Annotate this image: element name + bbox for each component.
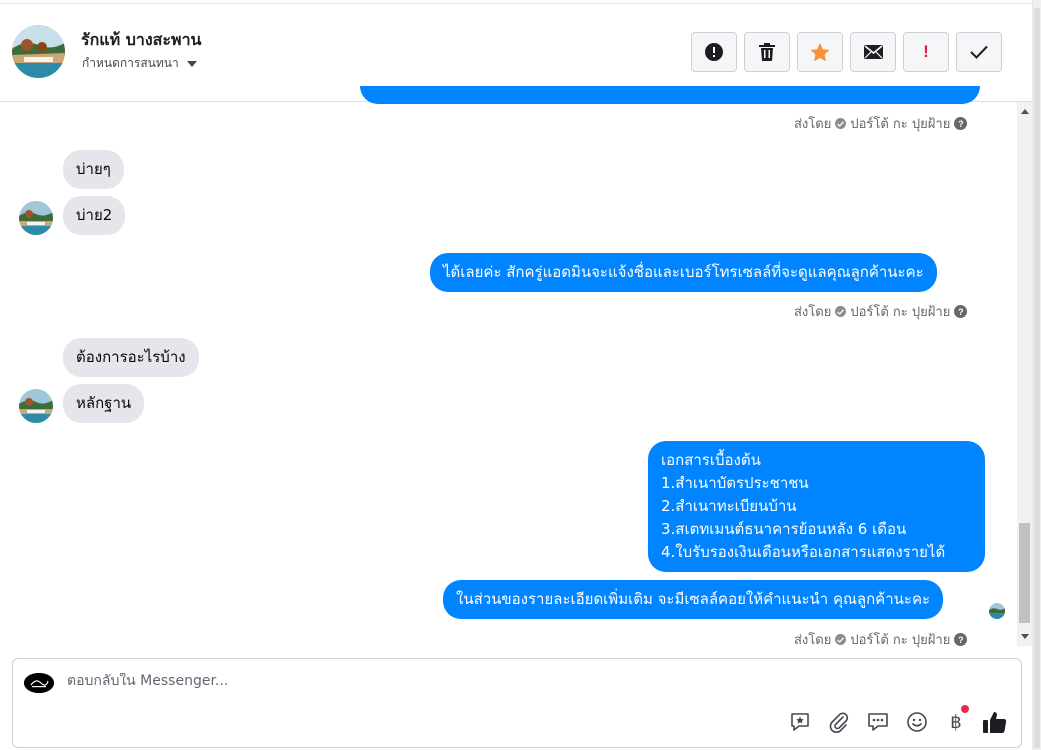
chat-bubbles-icon bbox=[868, 713, 888, 731]
page-avatar[interactable] bbox=[12, 25, 65, 78]
page-scrollbar-thumb[interactable] bbox=[1034, 8, 1040, 748]
payment-button[interactable]: ฿ bbox=[943, 705, 969, 735]
message-bubble-incoming: บ่าย2 bbox=[63, 196, 126, 235]
reply-input[interactable] bbox=[67, 673, 767, 689]
mark-unread-button[interactable] bbox=[850, 32, 896, 72]
conversation-settings-label: กำหนดการสนทนา bbox=[82, 56, 179, 70]
conversation-settings-dropdown[interactable]: กำหนดการสนทนา bbox=[82, 54, 197, 73]
info-icon bbox=[705, 43, 723, 61]
help-icon[interactable]: ? bbox=[954, 633, 968, 646]
sent-by-prefix: ส่งโดย bbox=[794, 117, 832, 132]
delete-button[interactable] bbox=[744, 32, 790, 72]
spam-icon: ! bbox=[923, 42, 929, 61]
baht-payment-icon: ฿ bbox=[950, 711, 962, 732]
message-bubble-incoming: ต้องการอะไรบ้าง bbox=[63, 338, 199, 377]
envelope-icon bbox=[863, 45, 883, 59]
emoji-icon bbox=[907, 712, 927, 732]
seen-indicator-avatar bbox=[989, 603, 1005, 619]
verified-check-icon bbox=[835, 306, 847, 317]
done-button[interactable] bbox=[956, 32, 1002, 72]
verified-check-icon bbox=[835, 118, 847, 129]
verified-check-icon bbox=[835, 634, 847, 645]
sent-by-line: ส่งโดย ปอร์โต้ กะ ปุยฝ้าย ? bbox=[794, 629, 968, 650]
message-bubble-outgoing-partial bbox=[360, 86, 980, 104]
composer-actions: ฿ bbox=[787, 705, 1008, 735]
like-button[interactable] bbox=[982, 709, 1008, 735]
message-templates-button[interactable] bbox=[865, 709, 891, 735]
sent-by-line: ส่งโดย ปอร์โต้ กะ ปุยฝ้าย ? bbox=[794, 301, 968, 322]
thumbs-up-icon bbox=[983, 712, 1007, 733]
sent-by-prefix: ส่งโดย bbox=[794, 305, 832, 320]
scroll-down-icon[interactable] bbox=[1021, 634, 1029, 639]
message-line: 3.สเตทเมนต์ธนาคารย้อนหลัง 6 เดือน bbox=[661, 520, 907, 538]
checkmark-icon bbox=[970, 45, 988, 59]
message-bubble-incoming: บ่ายๆ bbox=[63, 150, 124, 189]
page-title: รักแท้ บางสะพาน bbox=[81, 30, 202, 49]
scroll-up-icon[interactable] bbox=[1021, 109, 1029, 114]
attach-button[interactable] bbox=[826, 709, 852, 735]
reply-composer: ฿ bbox=[12, 658, 1022, 748]
help-icon[interactable]: ? bbox=[954, 117, 968, 130]
star-icon bbox=[810, 42, 830, 61]
message-line: เอกสารเบื้องต้น bbox=[661, 451, 761, 469]
paperclip-icon bbox=[829, 712, 849, 733]
message-bubble-incoming: หลักฐาน bbox=[63, 384, 145, 423]
message-line: 4.ใบรับรองเงินเดือนหรือเอกสารแสดงรายได้ bbox=[661, 543, 946, 561]
customer-avatar[interactable] bbox=[19, 389, 53, 423]
sent-by-line: ส่งโดย ปอร์โต้ กะ ปุยฝ้าย ? bbox=[794, 113, 968, 134]
notification-dot bbox=[961, 705, 969, 713]
spam-button[interactable]: ! bbox=[903, 32, 949, 72]
message-bubble-outgoing: ได้เลยค่ะ สักครู่แอดมินจะแจ้งชื่อและเบอร… bbox=[430, 253, 937, 292]
chat-scrollbar[interactable] bbox=[1017, 102, 1032, 646]
sent-by-sender: ปอร์โต้ กะ ปุยฝ้าย bbox=[850, 305, 951, 320]
chat-scrollbar-thumb[interactable] bbox=[1019, 523, 1030, 623]
saved-reply-button[interactable] bbox=[787, 709, 813, 735]
page-scrollbar[interactable] bbox=[1032, 0, 1041, 750]
message-bubble-outgoing: ในส่วนของรายละเอียดเพิ่มเติม จะมีเซลล์คอ… bbox=[443, 580, 944, 619]
sent-by-prefix: ส่งโดย bbox=[794, 633, 832, 648]
message-line: 1.สำเนาบัตรประชาชน bbox=[661, 474, 809, 492]
star-button[interactable] bbox=[797, 32, 843, 72]
chevron-down-icon bbox=[186, 60, 197, 67]
header-divider bbox=[0, 3, 1032, 4]
sent-by-sender: ปอร์โต้ กะ ปุยฝ้าย bbox=[850, 117, 951, 132]
saved-reply-icon bbox=[791, 713, 809, 731]
info-button[interactable] bbox=[691, 32, 737, 72]
sent-by-sender: ปอร์โต้ กะ ปุยฝ้าย bbox=[850, 633, 951, 648]
message-bubble-outgoing: เอกสารเบื้องต้น 1.สำเนาบัตรประชาชน 2.สำเ… bbox=[648, 441, 985, 572]
customer-avatar[interactable] bbox=[19, 201, 53, 235]
conversation-toolbar: ! bbox=[691, 32, 1002, 72]
help-icon[interactable]: ? bbox=[954, 305, 968, 318]
agent-avatar bbox=[24, 673, 54, 693]
trash-icon bbox=[759, 43, 775, 61]
message-line: 2.สำเนาทะเบียนบ้าน bbox=[661, 497, 797, 515]
emoji-button[interactable] bbox=[904, 709, 930, 735]
